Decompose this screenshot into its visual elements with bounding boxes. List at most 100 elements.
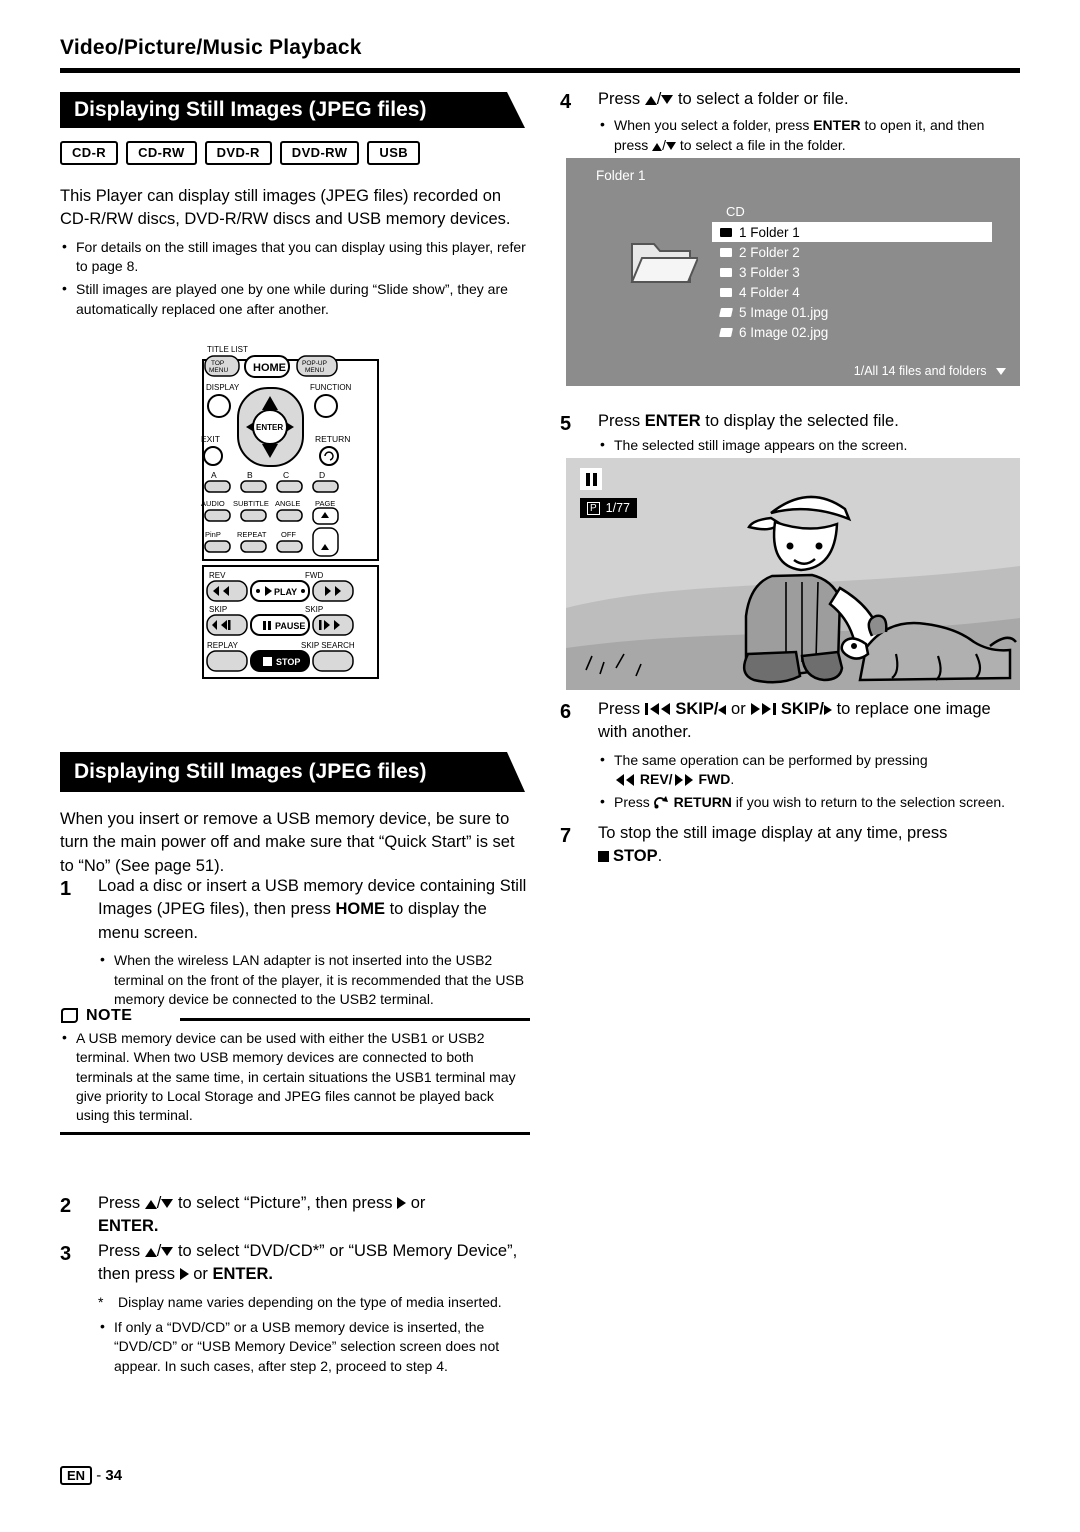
step-5-number: 5 — [560, 413, 572, 435]
step-2-number: 2 — [60, 1195, 72, 1217]
list-item[interactable]: 3 Folder 3 — [712, 262, 992, 282]
arrow-right-icon-3 — [824, 705, 833, 715]
svg-text:MENU: MENU — [305, 367, 324, 374]
remote-control-illustration: TITLE LIST TOP MENU HOME POP-UP MENU DIS… — [193, 338, 388, 738]
svg-text:PLAY: PLAY — [274, 587, 297, 597]
svg-text:RETURN: RETURN — [315, 434, 350, 444]
folder-icon — [720, 227, 732, 237]
page-title: Video/Picture/Music Playback — [60, 36, 362, 59]
step-1-bullet-1: When the wireless LAN adapter is not ins… — [98, 950, 530, 1009]
list-item[interactable]: 5 Image 01.jpg — [712, 302, 992, 322]
step-5-text: Press ENTER to display the selected file… — [598, 410, 1020, 433]
svg-text:TOP: TOP — [211, 360, 224, 367]
footer-page-number: 34 — [105, 1467, 123, 1484]
svg-text:C: C — [283, 470, 289, 480]
media-chip-cdr: CD-R — [60, 141, 119, 165]
step-6-bullet-2-post: if you wish to return to the selection s… — [731, 794, 1006, 811]
step-6-text: Press SKIP/ or SKIP/ to replace one imag… — [598, 698, 1020, 745]
screen1-cd-label: CD — [726, 204, 745, 219]
step-4-bullets: When you select a folder, press ENTER to… — [598, 115, 1020, 155]
list-item-label: 1 Folder 1 — [739, 224, 800, 240]
intro-bullets: For details on the still images that you… — [60, 237, 530, 319]
svg-text:HOME: HOME — [253, 362, 286, 374]
arrow-up-icon-2 — [144, 1248, 157, 1257]
step-3-text: Press / to select “DVD/CD*” or “USB Memo… — [98, 1242, 518, 1284]
svg-text:REPLAY: REPLAY — [207, 641, 239, 650]
step-4: 4 Press / to select a folder or file. Wh… — [560, 88, 1020, 159]
folder-icon — [720, 247, 732, 257]
fwd-icon — [674, 774, 693, 787]
step-6-pre: Press — [598, 700, 645, 718]
list-item-label: 5 Image 01.jpg — [739, 304, 829, 320]
step-6-bullet-1: The same operation can be performed by p… — [598, 750, 1020, 790]
media-chip-list: CD-R CD-RW DVD-R DVD-RW USB — [60, 141, 421, 165]
note-label: NOTE — [86, 1007, 133, 1024]
list-item[interactable]: 1 Folder 1 — [712, 222, 992, 242]
screenshot-still-image: P 1/77 — [566, 458, 1020, 690]
intro-block: This Player can display still images (JP… — [60, 185, 530, 323]
svg-text:MENU: MENU — [209, 367, 228, 374]
svg-text:B: B — [247, 470, 253, 480]
svg-text:ENTER: ENTER — [256, 423, 283, 432]
step-2: 2 Press / to select “Picture”, then pres… — [60, 1192, 530, 1239]
image-counter-badge: P 1/77 — [580, 498, 638, 518]
screenshot-folder-browser: Folder 1 CD 1 Folder 1 2 Folder 2 3 Fold… — [566, 158, 1020, 386]
manual-page: Video/Picture/Music Playback Displaying … — [0, 0, 1080, 1532]
step-6-skip-left-label: SKIP/ — [675, 700, 719, 718]
arrow-right-icon — [397, 1197, 407, 1209]
svg-text:PinP: PinP — [205, 530, 221, 539]
screen1-file-list[interactable]: 1 Folder 1 2 Folder 2 3 Folder 3 4 Folde… — [712, 222, 992, 342]
svg-text:ANGLE: ANGLE — [275, 499, 300, 508]
svg-text:SKIP: SKIP — [209, 605, 227, 614]
list-item[interactable]: 2 Folder 2 — [712, 242, 992, 262]
list-item-label: 2 Folder 2 — [739, 244, 800, 260]
step-1-bullets: When the wireless LAN adapter is not ins… — [98, 950, 530, 1009]
step-5-bullet-1: The selected still image appears on the … — [598, 435, 1020, 455]
step-2-pre: Press — [98, 1194, 145, 1212]
rev-icon — [616, 774, 634, 787]
svg-text:STOP: STOP — [276, 657, 300, 667]
step-1: 1 Load a disc or insert a USB memory dev… — [60, 875, 530, 1013]
step-1-number: 1 — [60, 878, 72, 900]
step-4-number: 4 — [560, 91, 572, 113]
skip-back-icon — [644, 703, 670, 715]
step-4-post: to select a folder or file. — [673, 90, 849, 108]
step-4-text: Press / to select a folder or file. — [598, 90, 849, 108]
step-6-skip-right-label: SKIP/ — [780, 700, 825, 718]
section-banner-2-label: Displaying Still Images (JPEG files) — [74, 760, 427, 783]
step-2-mid: to select “Picture”, then press — [173, 1194, 398, 1212]
note-rule-bottom — [60, 1131, 530, 1135]
screen1-folder-label: Folder 1 — [596, 168, 646, 183]
svg-text:PAUSE: PAUSE — [275, 621, 305, 631]
media-chip-dvdr: DVD-R — [204, 141, 272, 165]
folder-icon — [720, 267, 732, 277]
svg-text:PAGE: PAGE — [315, 499, 335, 508]
step-6-number: 6 — [560, 701, 572, 723]
list-item[interactable]: 4 Folder 4 — [712, 282, 992, 302]
step-6-bullet-1-pre: The same operation can be performed by p… — [614, 751, 928, 768]
skip-forward-icon — [751, 703, 777, 715]
step-7-number: 7 — [560, 825, 572, 847]
section-banner-1-label: Displaying Still Images (JPEG files) — [74, 98, 427, 121]
svg-text:SKIP: SKIP — [305, 605, 323, 614]
step-7: 7 To stop the still image display at any… — [560, 822, 1020, 869]
screen1-footer-text: 1/All 14 files and folders — [853, 364, 987, 378]
list-item[interactable]: 6 Image 02.jpg — [712, 322, 992, 342]
step-2-text: Press / to select “Picture”, then press … — [98, 1194, 426, 1236]
step-1-text: Load a disc or insert a USB memory devic… — [98, 875, 530, 945]
svg-text:OFF: OFF — [281, 530, 296, 539]
svg-text:AUDIO: AUDIO — [201, 499, 225, 508]
svg-text:D: D — [319, 470, 325, 480]
arrow-up-icon-3 — [644, 96, 657, 105]
step-7-stop-label: STOP — [613, 847, 658, 866]
step-6-bullet-1-post: . — [730, 771, 735, 788]
header-rule — [60, 68, 1020, 73]
return-icon — [653, 796, 668, 809]
pause-indicator-icon — [580, 468, 602, 490]
svg-text:SUBTITLE: SUBTITLE — [233, 499, 269, 508]
folder-icon-large — [630, 243, 698, 283]
step-3-post: or — [188, 1265, 213, 1284]
step-6-or: or — [726, 700, 751, 718]
image-file-icon — [719, 327, 733, 337]
svg-text:TITLE LIST: TITLE LIST — [207, 345, 248, 354]
